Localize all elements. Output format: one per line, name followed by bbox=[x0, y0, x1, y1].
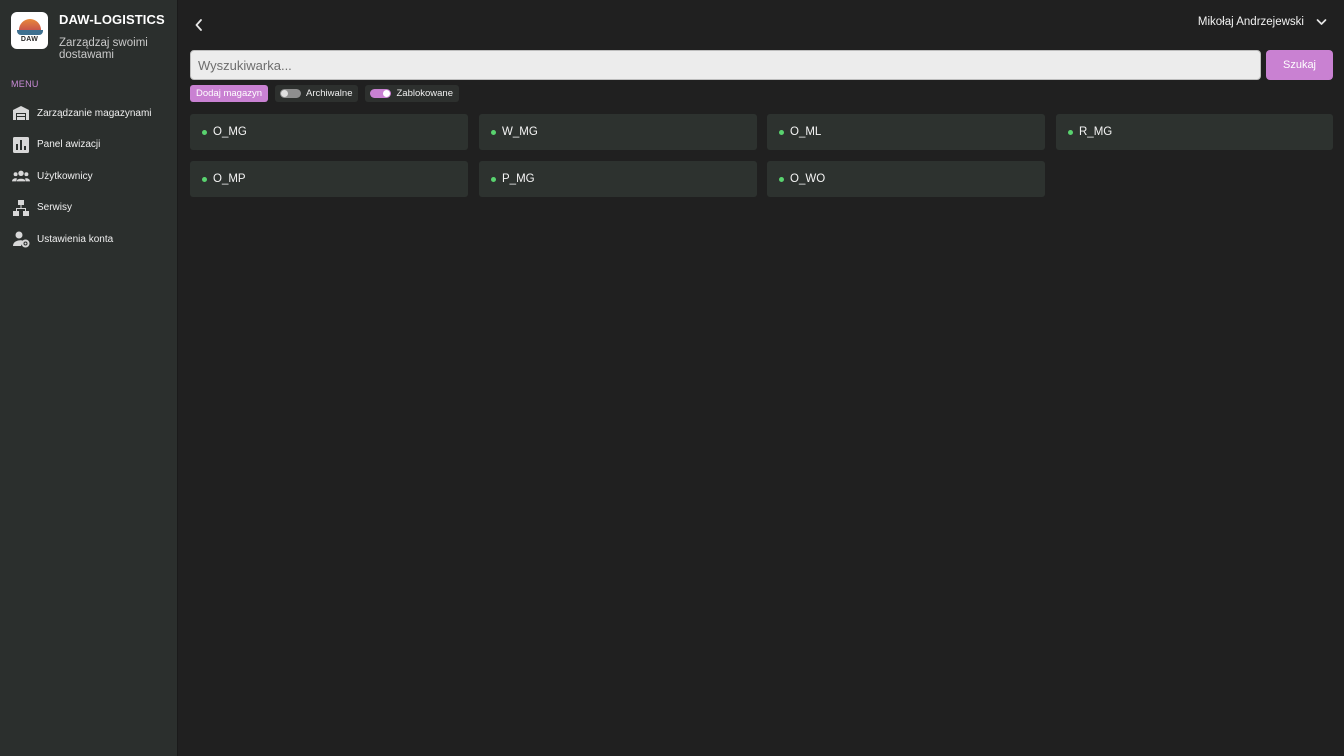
warehouse-card[interactable]: O_MG bbox=[190, 114, 468, 150]
bar-chart-icon bbox=[11, 136, 31, 154]
filters-bar: Dodaj magazyn Archiwalne Zablokowane bbox=[190, 85, 459, 102]
sitemap-icon bbox=[11, 199, 31, 217]
chevron-left-icon bbox=[195, 19, 202, 31]
blocked-label: Zablokowane bbox=[396, 88, 453, 99]
warehouse-name: O_WO bbox=[790, 173, 826, 185]
status-dot bbox=[202, 129, 207, 135]
logo-sun-icon bbox=[18, 18, 41, 30]
status-dot bbox=[779, 129, 784, 135]
sidebar-nav: Zarządzanie magazynami Panel awizacji Uż… bbox=[11, 103, 171, 261]
warehouse-card[interactable]: O_MP bbox=[190, 161, 468, 197]
sidebar-item-label: Ustawienia konta bbox=[37, 233, 114, 245]
sidebar-item-notifications-panel[interactable]: Panel awizacji bbox=[11, 135, 171, 155]
sidebar-item-label: Zarządzanie magazynami bbox=[37, 107, 152, 119]
users-icon bbox=[11, 167, 31, 185]
search-button[interactable]: Szukaj bbox=[1266, 50, 1333, 80]
warehouse-name: O_ML bbox=[790, 126, 822, 138]
logo: DAW bbox=[11, 12, 48, 49]
status-dot bbox=[202, 176, 207, 182]
status-dot bbox=[779, 176, 784, 182]
warehouse-name: O_MP bbox=[213, 173, 246, 185]
chevron-down-icon bbox=[1314, 15, 1328, 29]
brand-texts: DAW-LOGISTICS Zarządzaj swoimi dostawami bbox=[59, 12, 179, 61]
brand-subtitle: Zarządzaj swoimi dostawami bbox=[59, 37, 148, 61]
status-dot bbox=[1068, 129, 1073, 135]
sidebar-item-label: Panel awizacji bbox=[37, 139, 101, 150]
sidebar-item-account-settings[interactable]: Ustawienia konta bbox=[11, 229, 171, 249]
status-dot bbox=[491, 129, 496, 135]
warehouse-card[interactable]: O_WO bbox=[767, 161, 1045, 197]
logo-hill-icon bbox=[16, 29, 43, 35]
brand[interactable]: DAW DAW-LOGISTICS Zarządzaj swoimi dosta… bbox=[11, 12, 165, 61]
search-row: Szukaj bbox=[190, 50, 1333, 80]
sidebar: DAW DAW-LOGISTICS Zarządzaj swoimi dosta… bbox=[0, 0, 178, 756]
warehouse-card[interactable]: R_MG bbox=[1056, 114, 1333, 150]
warehouse-name: R_MG bbox=[1079, 126, 1113, 138]
warehouse-name: O_MG bbox=[213, 126, 247, 138]
warehouse-name: P_MG bbox=[502, 173, 535, 185]
user-menu[interactable]: Mikołaj Andrzejewski bbox=[1198, 15, 1328, 29]
sidebar-item-users[interactable]: Użytkownicy bbox=[11, 166, 171, 186]
user-gear-icon bbox=[11, 230, 31, 248]
archived-toggle[interactable]: Archiwalne bbox=[275, 85, 359, 102]
brand-title: DAW-LOGISTICS bbox=[59, 12, 165, 27]
add-warehouse-button[interactable]: Dodaj magazyn bbox=[190, 85, 269, 102]
back-button[interactable] bbox=[191, 16, 207, 34]
sidebar-item-label: Serwisy bbox=[37, 202, 73, 213]
logo-text: DAW bbox=[20, 35, 39, 43]
warehouse-name: W_MG bbox=[502, 126, 538, 138]
warehouse-icon bbox=[11, 104, 31, 122]
sidebar-item-warehouses[interactable]: Zarządzanie magazynami bbox=[11, 103, 171, 123]
sidebar-item-services[interactable]: Serwisy bbox=[11, 198, 171, 218]
blocked-switch[interactable] bbox=[370, 89, 392, 98]
archived-switch[interactable] bbox=[280, 89, 302, 98]
search-input[interactable] bbox=[190, 50, 1261, 80]
warehouse-card[interactable]: W_MG bbox=[479, 114, 757, 150]
user-name: Mikołaj Andrzejewski bbox=[1197, 16, 1304, 28]
warehouse-card[interactable]: P_MG bbox=[479, 161, 757, 197]
warehouse-card[interactable]: O_ML bbox=[767, 114, 1045, 150]
menu-label: MENU bbox=[11, 79, 39, 89]
archived-label: Archiwalne bbox=[306, 88, 353, 99]
blocked-toggle[interactable]: Zablokowane bbox=[365, 85, 459, 102]
status-dot bbox=[491, 176, 496, 182]
sidebar-item-label: Użytkownicy bbox=[37, 170, 93, 182]
